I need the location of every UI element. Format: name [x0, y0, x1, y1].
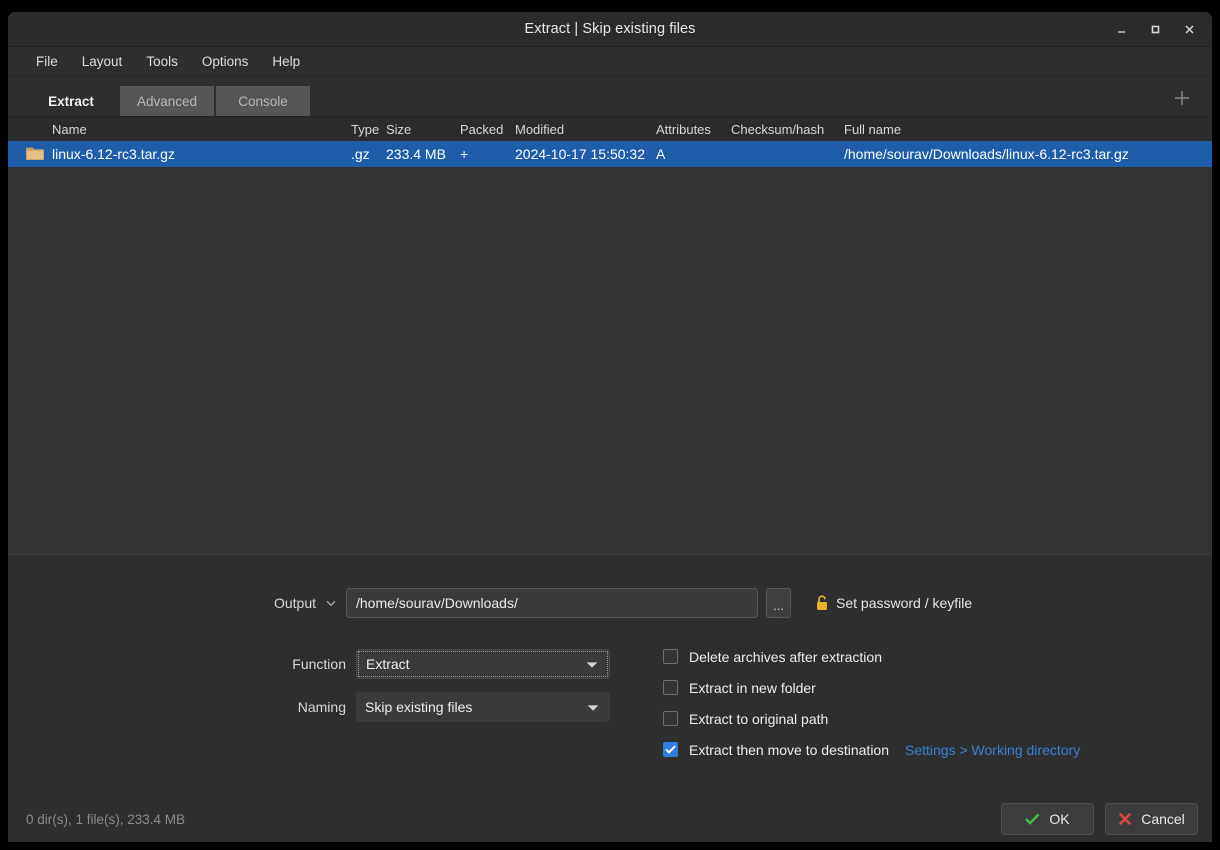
lock-icon: [815, 595, 829, 611]
ok-button[interactable]: OK: [1001, 803, 1094, 835]
checkbox-delete-archives[interactable]: Delete archives after extraction: [663, 641, 1080, 672]
menu-layout[interactable]: Layout: [72, 51, 133, 72]
close-button[interactable]: [1172, 16, 1206, 44]
checkbox-extract-then-move[interactable]: Extract then move to destination Setting…: [663, 734, 1080, 765]
output-path-input[interactable]: /home/sourav/Downloads/: [346, 588, 758, 618]
title-bar: Extract | Skip existing files: [8, 12, 1212, 47]
ok-label: OK: [1049, 811, 1069, 827]
tab-bar: Extract Advanced Console: [8, 76, 1212, 116]
check-icon: [1025, 813, 1040, 825]
maximize-button[interactable]: [1138, 16, 1172, 44]
close-icon: [1118, 812, 1132, 826]
cell-full-name: /home/sourav/Downloads/linux-6.12-rc3.ta…: [844, 141, 1129, 167]
checkbox-label: Extract in new folder: [689, 680, 816, 696]
function-label: Function: [8, 656, 346, 672]
column-header-name[interactable]: Name: [52, 117, 87, 141]
menu-file[interactable]: File: [26, 51, 68, 72]
chevron-down-icon: [325, 597, 337, 609]
naming-select-value: Skip existing files: [365, 699, 472, 715]
menu-bar: File Layout Tools Options Help: [8, 47, 1212, 76]
checkbox-box[interactable]: [663, 680, 678, 695]
checkbox-extract-to-original-path[interactable]: Extract to original path: [663, 703, 1080, 734]
chevron-down-icon: [587, 699, 599, 715]
column-header-full-name[interactable]: Full name: [844, 117, 901, 141]
set-password-label: Set password / keyfile: [836, 595, 972, 611]
plus-icon: [1172, 88, 1192, 108]
naming-row: Naming Skip existing files: [8, 692, 610, 722]
window-title: Extract | Skip existing files: [524, 21, 695, 37]
checkbox-box[interactable]: [663, 742, 678, 757]
menu-options[interactable]: Options: [192, 51, 259, 72]
set-password-button[interactable]: Set password / keyfile: [815, 595, 972, 611]
cancel-button[interactable]: Cancel: [1105, 803, 1198, 835]
output-row: Output /home/sourav/Downloads/ ... Set p…: [8, 588, 1212, 618]
working-directory-link[interactable]: Settings > Working directory: [905, 742, 1080, 758]
cell-packed: +: [460, 141, 468, 167]
cell-attributes: A: [656, 141, 665, 167]
tab-extract[interactable]: Extract: [24, 86, 118, 116]
folder-icon: [26, 147, 44, 161]
function-select[interactable]: Extract: [356, 649, 610, 679]
dialog-buttons: OK Cancel: [990, 803, 1198, 835]
menu-help[interactable]: Help: [262, 51, 310, 72]
naming-label: Naming: [8, 699, 346, 715]
cancel-label: Cancel: [1141, 811, 1185, 827]
browse-button[interactable]: ...: [766, 588, 791, 618]
extract-options-checkboxes: Delete archives after extraction Extract…: [663, 641, 1080, 765]
checkbox-box[interactable]: [663, 711, 678, 726]
checkbox-label: Extract to original path: [689, 711, 828, 727]
checkbox-label: Delete archives after extraction: [689, 649, 882, 665]
window-controls: [1104, 12, 1206, 47]
file-list[interactable]: Name Type Size Packed Modified Attribute…: [8, 116, 1212, 554]
add-tab-button[interactable]: [1170, 86, 1194, 110]
tab-advanced[interactable]: Advanced: [120, 86, 214, 116]
function-row: Function Extract: [8, 649, 610, 679]
output-label: Output: [8, 595, 316, 611]
file-list-header: Name Type Size Packed Modified Attribute…: [8, 117, 1212, 141]
output-history-dropdown[interactable]: [316, 597, 346, 609]
status-summary: 0 dir(s), 1 file(s), 233.4 MB: [26, 812, 185, 827]
column-header-modified[interactable]: Modified: [515, 117, 564, 141]
check-icon: [665, 745, 676, 754]
column-header-packed[interactable]: Packed: [460, 117, 503, 141]
checkbox-label: Extract then move to destination: [689, 742, 889, 758]
menu-tools[interactable]: Tools: [136, 51, 188, 72]
checkbox-box[interactable]: [663, 649, 678, 664]
naming-select[interactable]: Skip existing files: [356, 692, 610, 722]
column-header-size[interactable]: Size: [386, 117, 411, 141]
function-select-value: Extract: [366, 656, 410, 672]
tab-console[interactable]: Console: [216, 86, 310, 116]
checkbox-extract-in-new-folder[interactable]: Extract in new folder: [663, 672, 1080, 703]
cell-name: linux-6.12-rc3.tar.gz: [52, 141, 175, 167]
cell-size: 233.4 MB: [386, 141, 454, 167]
extract-dialog-window: Extract | Skip existing files File Layou…: [8, 12, 1212, 842]
column-header-attributes[interactable]: Attributes: [656, 117, 711, 141]
column-header-type[interactable]: Type: [351, 117, 379, 141]
cell-modified: 2024-10-17 15:50:32: [515, 141, 645, 167]
cell-type: .gz: [351, 141, 370, 167]
table-row[interactable]: linux-6.12-rc3.tar.gz .gz 233.4 MB + 202…: [8, 141, 1212, 167]
chevron-down-icon: [586, 656, 598, 672]
minimize-button[interactable]: [1104, 16, 1138, 44]
column-header-checksum[interactable]: Checksum/hash: [731, 117, 824, 141]
options-panel: Output /home/sourav/Downloads/ ... Set p…: [8, 554, 1212, 796]
status-bar: 0 dir(s), 1 file(s), 233.4 MB OK Cancel: [8, 796, 1212, 842]
